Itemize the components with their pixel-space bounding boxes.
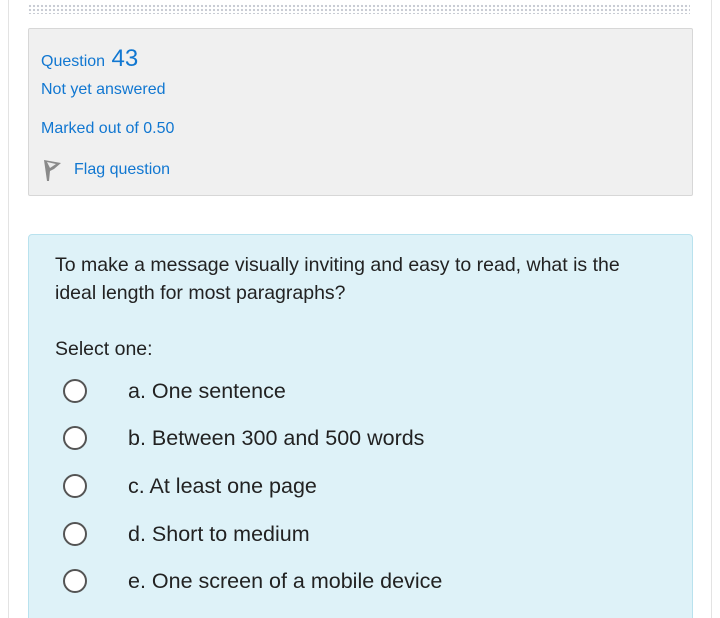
question-grade: Marked out of 0.50 (41, 120, 175, 137)
select-one-label: Select one: (55, 338, 153, 360)
radio-button-c[interactable] (63, 474, 87, 498)
dotted-divider (28, 4, 690, 14)
answer-option-a[interactable]: a. One sentence (63, 376, 563, 406)
radio-button-d[interactable] (63, 522, 87, 546)
flag-icon[interactable] (41, 158, 63, 182)
question-content-panel: To make a message visually inviting and … (28, 234, 693, 618)
flag-question-button[interactable]: Flag question (41, 158, 170, 182)
answer-option-b[interactable]: b. Between 300 and 500 words (63, 423, 563, 453)
answer-label-a[interactable]: a. One sentence (128, 379, 286, 404)
answer-option-e[interactable]: e. One screen of a mobile device (63, 566, 563, 596)
flag-question-label[interactable]: Flag question (74, 161, 170, 179)
question-text: To make a message visually inviting and … (55, 254, 620, 304)
answer-label-b[interactable]: b. Between 300 and 500 words (128, 426, 424, 451)
radio-button-b[interactable] (63, 426, 87, 450)
radio-button-e[interactable] (63, 569, 87, 593)
answer-option-d[interactable]: d. Short to medium (63, 519, 563, 549)
answer-label-d[interactable]: d. Short to medium (128, 522, 310, 547)
question-info-panel: Question 43 Not yet answered Marked out … (28, 28, 693, 196)
answer-label-c[interactable]: c. At least one page (128, 474, 317, 499)
question-number: 43 (111, 45, 139, 72)
question-number-heading: Question 43 (41, 45, 138, 73)
answer-option-c[interactable]: c. At least one page (63, 471, 563, 501)
question-label: Question (41, 53, 106, 70)
radio-button-a[interactable] (63, 379, 87, 403)
question-state: Not yet answered (41, 81, 166, 98)
answer-label-e[interactable]: e. One screen of a mobile device (128, 569, 442, 594)
